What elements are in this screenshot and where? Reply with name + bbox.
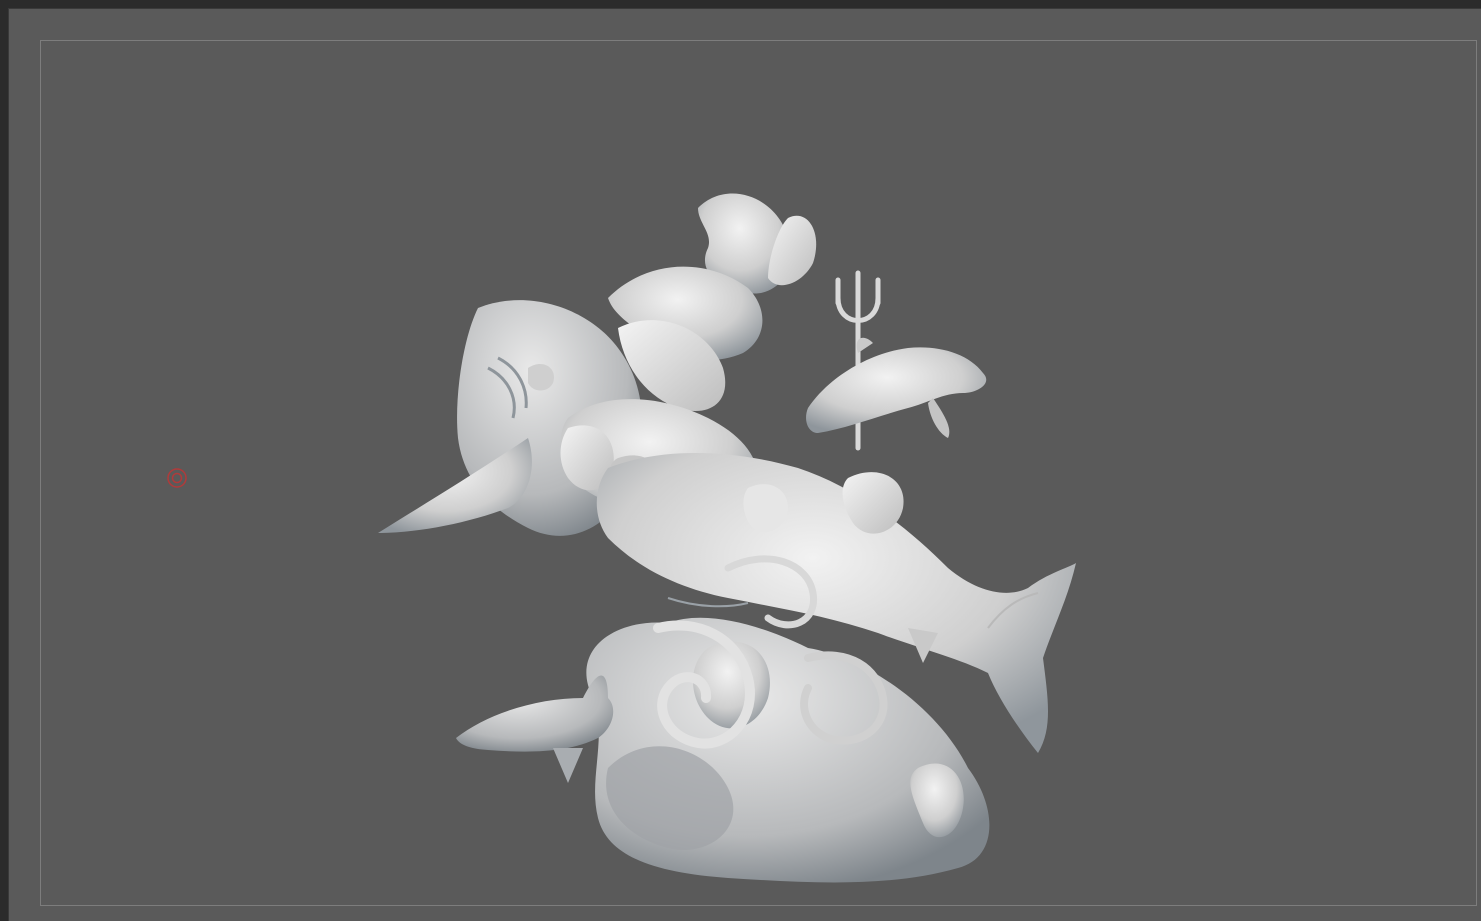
target-circle-icon: [167, 468, 187, 488]
lower-left-shark: [456, 675, 614, 752]
modeling-application: [0, 0, 1481, 921]
large-shark-fin: [378, 438, 532, 533]
dolphin: [806, 347, 987, 433]
3d-viewport[interactable]: [8, 8, 1481, 921]
pivot-marker[interactable]: [166, 467, 188, 489]
sculpted-model[interactable]: [8, 8, 1481, 921]
